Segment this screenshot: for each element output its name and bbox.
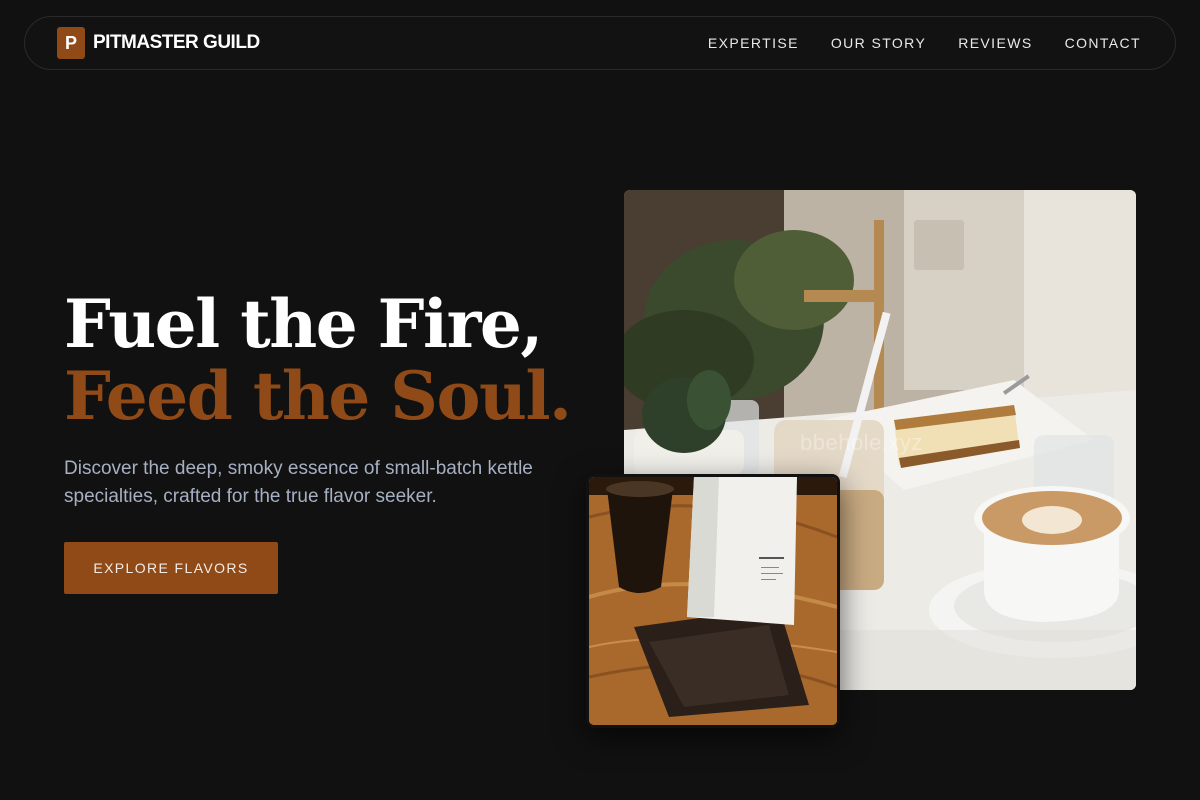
photo-watermark: bbehole.xyz (800, 430, 923, 455)
explore-flavors-button[interactable]: EXPLORE FLAVORS (64, 542, 278, 594)
brand-mark-icon: P (57, 27, 85, 59)
brand-name: PITMASTER GUILD (93, 32, 260, 53)
nav-link-contact[interactable]: CONTACT (1065, 35, 1141, 51)
nav-link-our-story[interactable]: OUR STORY (831, 35, 926, 51)
top-navigation: P PITMASTER GUILD EXPERTISE OUR STORY RE… (24, 16, 1176, 70)
hero-photo-coffee-bag (586, 474, 840, 728)
nav-link-expertise[interactable]: EXPERTISE (708, 35, 799, 51)
coffee-bag-illustration (589, 477, 837, 725)
nav-links: EXPERTISE OUR STORY REVIEWS CONTACT (708, 35, 1141, 51)
hero-headline-line1: Fuel the Fire, (64, 285, 543, 363)
hero-subtitle: Discover the deep, smoky essence of smal… (64, 458, 533, 507)
hero-headline-line2: Feed the Soul. (64, 357, 572, 435)
nav-link-reviews[interactable]: REVIEWS (958, 35, 1032, 51)
brand-logo[interactable]: P PITMASTER GUILD (57, 27, 260, 59)
hero-headline: Fuel the Fire, Feed the Soul. (64, 285, 572, 435)
